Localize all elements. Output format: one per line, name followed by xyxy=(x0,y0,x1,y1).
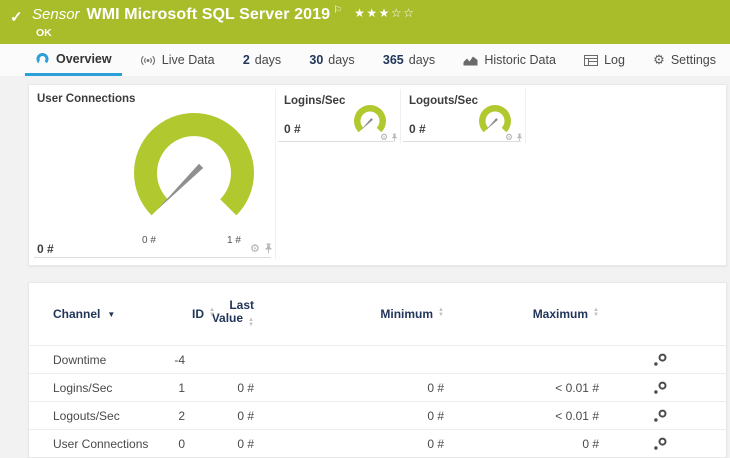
gauge-settings-icon[interactable]: ⚙ xyxy=(250,243,260,254)
edit-channel-button[interactable] xyxy=(653,381,702,395)
star-icon[interactable]: ☆ xyxy=(403,6,415,20)
star-icon[interactable]: ★ xyxy=(354,6,366,20)
star-icon[interactable]: ★ xyxy=(379,6,391,20)
tab-log-label: Log xyxy=(604,53,625,67)
column-header-minimum[interactable]: Minimum ▲ ▼ xyxy=(254,307,444,321)
tab-2-days[interactable]: 2 days xyxy=(233,44,291,76)
tab-overview[interactable]: Overview xyxy=(25,44,122,76)
user-connections-gauge xyxy=(134,112,254,216)
tab-historic-data[interactable]: Historic Data xyxy=(453,44,566,76)
live-data-icon xyxy=(140,55,155,65)
tab-overview-label: Overview xyxy=(56,51,112,66)
channel-name: Downtime xyxy=(53,352,107,367)
status-check-icon: ✓ xyxy=(10,9,23,26)
title-line: Sensor WMI Microsoft SQL Server 2019 ⚐ ★… xyxy=(32,5,415,24)
channel-table: Channel ▼ ID ▲▼ Last Value▲▼ Minimum xyxy=(28,282,727,458)
table-row-user-connections[interactable]: User Connections 0 0 # 0 # 0 # xyxy=(29,429,726,457)
edit-channel-button[interactable] xyxy=(653,353,702,367)
gauge-value-user-connections: 0 # xyxy=(37,242,54,256)
edit-channel-icon xyxy=(654,353,667,366)
channel-last-value: 0 # xyxy=(237,436,254,451)
column-header-id[interactable]: ID ▲ ▼ xyxy=(163,307,215,321)
channel-maximum: < 0.01 # xyxy=(555,380,599,395)
edit-channel-button[interactable] xyxy=(653,437,702,451)
log-list-icon xyxy=(584,54,599,66)
value-underline xyxy=(34,257,271,258)
channel-maximum: < 0.01 # xyxy=(555,408,599,423)
channel-id: -4 xyxy=(174,352,185,367)
table-row-downtime[interactable]: Downtime -4 xyxy=(29,345,726,373)
tab-live-data[interactable]: Live Data xyxy=(130,44,225,76)
page-title: WMI Microsoft SQL Server 2019 xyxy=(86,6,331,23)
edit-channel-button[interactable] xyxy=(653,409,702,423)
channel-name: Logins/Sec xyxy=(53,380,113,395)
channel-id: 2 xyxy=(178,408,185,423)
gauge-title-user-connections: User Connections xyxy=(37,93,136,105)
prtg-sensor-page: ✓ Sensor WMI Microsoft SQL Server 2019 ⚐… xyxy=(0,0,730,458)
sensor-kind-label: Sensor xyxy=(32,6,80,23)
channel-name: User Connections xyxy=(53,436,149,451)
table-header-row: Channel ▼ ID ▲▼ Last Value▲▼ Minimum xyxy=(29,283,726,345)
flag-icon[interactable]: ⚐ xyxy=(333,5,342,16)
tab-365-days[interactable]: 365 days xyxy=(373,44,445,76)
cell-divider xyxy=(275,89,276,259)
sort-icon: ▲ ▼ xyxy=(593,307,599,318)
gauge-actions: ⚙ xyxy=(250,243,273,254)
sort-icon: ▲ ▼ xyxy=(248,317,254,328)
column-header-channel[interactable]: Channel ▼ xyxy=(53,307,163,321)
tab-30-days[interactable]: 30 days xyxy=(299,44,364,76)
sensor-header: ✓ Sensor WMI Microsoft SQL Server 2019 ⚐… xyxy=(0,0,730,44)
value-underline xyxy=(403,141,521,142)
gauges-panel: User Connections 0 # 1 # 0 # ⚙ Logins/Se… xyxy=(28,84,727,266)
gauge-value-logins: 0 # xyxy=(284,122,301,136)
channel-id: 0 xyxy=(178,436,185,451)
gauge-title-logouts: Logouts/Sec xyxy=(409,95,479,107)
status-badge: OK xyxy=(36,27,52,39)
sort-desc-icon: ▼ xyxy=(107,309,116,319)
gauge-value-logouts: 0 # xyxy=(409,122,426,136)
tab-log[interactable]: Log xyxy=(574,44,635,76)
pin-icon[interactable] xyxy=(264,243,273,254)
channel-maximum: 0 # xyxy=(582,436,599,451)
channel-id: 1 xyxy=(178,380,185,395)
value-underline xyxy=(278,141,394,142)
gauge-title-logins: Logins/Sec xyxy=(284,95,346,107)
table-row-logins[interactable]: Logins/Sec 1 0 # 0 # < 0.01 # xyxy=(29,373,726,401)
priority-rating[interactable]: ★★★☆☆ xyxy=(354,6,415,20)
sort-icon: ▲ ▼ xyxy=(209,307,215,318)
tab-2-days-label: days xyxy=(254,53,282,67)
channel-minimum: 0 # xyxy=(427,380,444,395)
star-icon[interactable]: ★ xyxy=(366,6,378,20)
tab-2-days-number: 2 xyxy=(242,53,250,67)
tab-settings-label: Settings xyxy=(670,53,716,67)
tab-30-days-number: 30 xyxy=(309,53,324,67)
tab-historic-data-label: Historic Data xyxy=(484,53,556,67)
tab-bar: Overview Live Data 2 days 30 days 365 da… xyxy=(0,44,730,76)
gauge-scale-min: 0 # xyxy=(142,235,156,246)
gauge-icon xyxy=(36,52,49,64)
channel-name: Logouts/Sec xyxy=(53,408,120,423)
tab-30-days-label: days xyxy=(328,53,355,67)
settings-gear-icon: ⚙ xyxy=(653,52,665,67)
cell-divider xyxy=(400,89,401,143)
edit-channel-icon xyxy=(654,409,667,422)
star-icon[interactable]: ☆ xyxy=(391,6,403,20)
tab-365-days-number: 365 xyxy=(382,53,404,67)
sort-icon: ▲ ▼ xyxy=(438,307,444,318)
cell-divider xyxy=(525,89,526,143)
edit-channel-icon xyxy=(654,381,667,394)
area-chart-icon xyxy=(463,56,478,66)
channel-last-value: 0 # xyxy=(237,380,254,395)
edit-channel-icon xyxy=(654,437,667,450)
tab-365-days-label: days xyxy=(408,53,436,67)
table-row-logouts[interactable]: Logouts/Sec 2 0 # 0 # < 0.01 # xyxy=(29,401,726,429)
channel-minimum: 0 # xyxy=(427,436,444,451)
channel-last-value: 0 # xyxy=(237,408,254,423)
channel-minimum: 0 # xyxy=(427,408,444,423)
column-header-maximum[interactable]: Maximum ▲ ▼ xyxy=(444,307,599,321)
tab-settings[interactable]: ⚙ Settings xyxy=(643,44,726,76)
tab-live-data-label: Live Data xyxy=(161,53,215,67)
gauge-scale-max: 1 # xyxy=(227,235,241,246)
